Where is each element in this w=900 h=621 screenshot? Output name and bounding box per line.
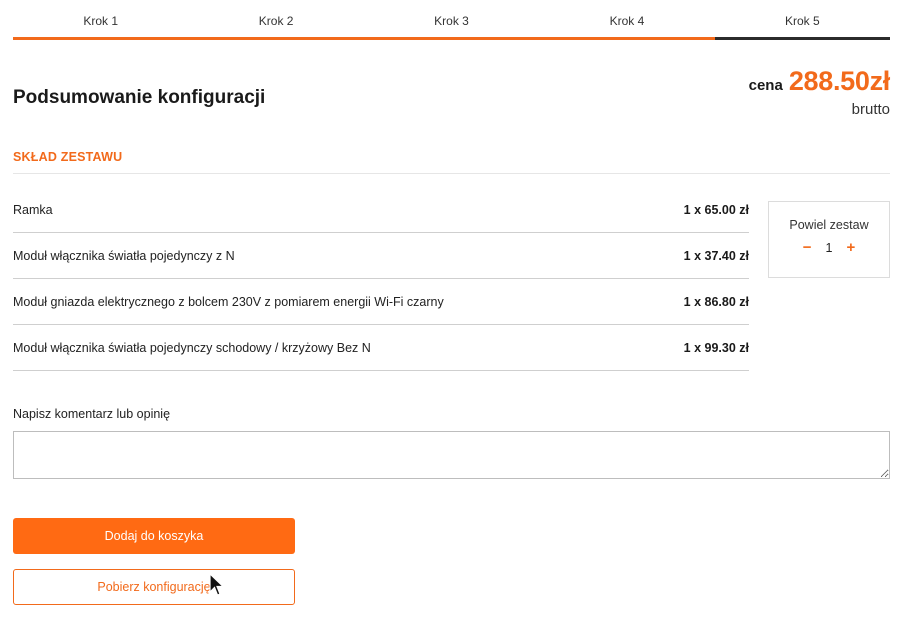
list-item: Ramka 1 x 65.00 zł — [13, 187, 749, 233]
item-qty-price: 1 x 65.00 zł — [683, 202, 749, 217]
item-qty-price: 1 x 37.40 zł — [683, 248, 749, 263]
item-name: Moduł gniazda elektrycznego z bolcem 230… — [13, 294, 444, 309]
comment-field[interactable] — [13, 431, 890, 479]
section-heading: SKŁAD ZESTAWU — [13, 150, 123, 164]
step-2[interactable]: Krok 2 — [188, 0, 365, 40]
price-block: cena 288.50zł brutto — [748, 66, 891, 118]
add-to-cart-button[interactable]: Dodaj do koszyka — [13, 518, 295, 554]
duplicate-set-label: Powiel zestaw — [789, 218, 869, 232]
item-qty-price: 1 x 86.80 zł — [683, 294, 749, 309]
item-name: Moduł włącznika światła pojedynczy z N — [13, 248, 235, 263]
item-name: Moduł włącznika światła pojedynczy schod… — [13, 340, 371, 355]
duplicate-set-box: Powiel zestaw − 1 + — [768, 201, 890, 278]
step-1[interactable]: Krok 1 — [13, 0, 189, 40]
step-5[interactable]: Krok 5 — [714, 0, 891, 40]
price-suffix: brutto — [851, 101, 890, 118]
step-3[interactable]: Krok 3 — [363, 0, 540, 40]
section-divider — [13, 173, 890, 174]
comment-label: Napisz komentarz lub opinię — [13, 407, 171, 421]
step-4[interactable]: Krok 4 — [539, 0, 716, 40]
page-title: Podsumowanie konfiguracji — [13, 87, 266, 108]
price-value: 288.50zł — [788, 66, 890, 96]
list-item: Moduł włącznika światła pojedynczy z N 1… — [13, 233, 749, 279]
item-name: Ramka — [13, 202, 53, 217]
quantity-stepper: − 1 + — [769, 240, 889, 255]
list-item: Moduł włącznika światła pojedynczy schod… — [13, 325, 749, 371]
minus-icon[interactable]: − — [803, 240, 812, 255]
price-prefix: cena — [748, 77, 783, 94]
items-list: Ramka 1 x 65.00 zł Moduł włącznika świat… — [13, 187, 749, 371]
list-item: Moduł gniazda elektrycznego z bolcem 230… — [13, 279, 749, 325]
download-config-button[interactable]: Pobierz konfigurację — [13, 569, 295, 605]
quantity-value: 1 — [825, 240, 833, 255]
item-qty-price: 1 x 99.30 zł — [683, 340, 749, 355]
steps-nav: Krok 1 Krok 2 Krok 3 Krok 4 Krok 5 — [13, 0, 891, 40]
plus-icon[interactable]: + — [846, 240, 855, 255]
mouse-cursor-icon — [209, 573, 225, 596]
